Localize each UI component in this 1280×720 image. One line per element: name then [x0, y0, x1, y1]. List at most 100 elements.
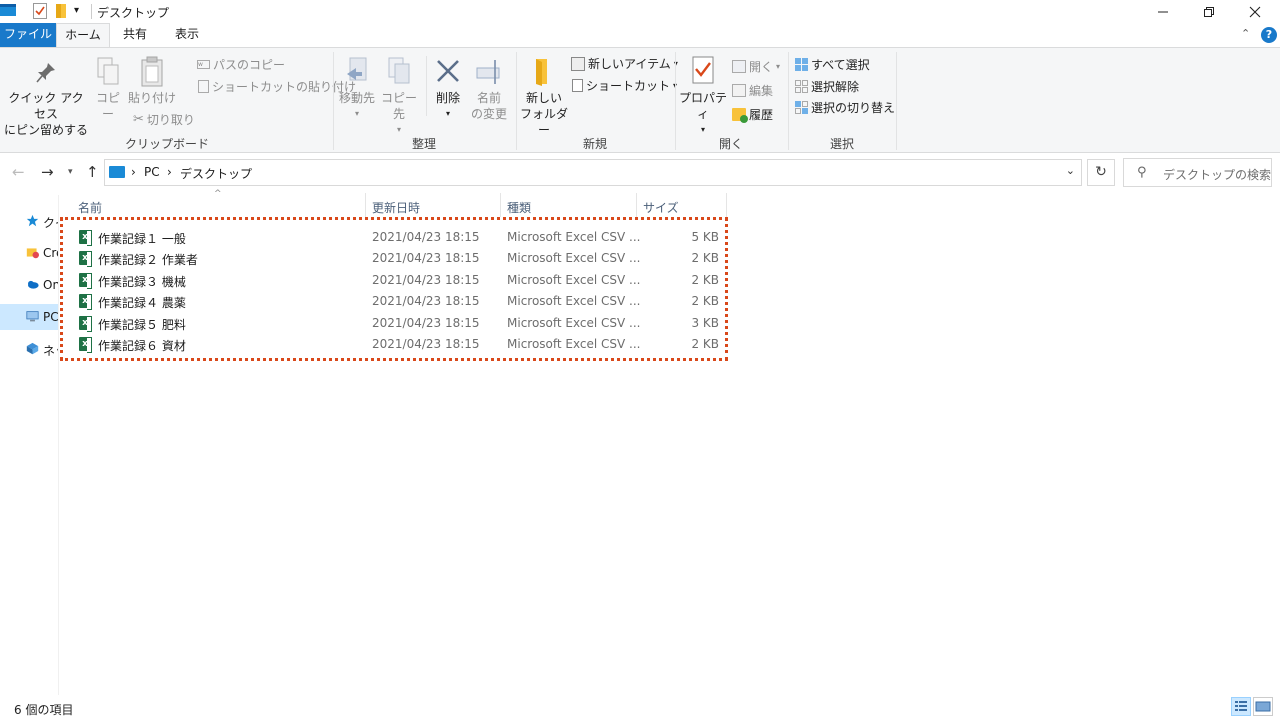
- back-arrow-icon[interactable]: ←: [12, 163, 25, 181]
- restore-button[interactable]: [1186, 0, 1232, 23]
- up-arrow-icon[interactable]: ↑: [86, 163, 99, 181]
- nav-item-pc[interactable]: PC: [0, 304, 58, 330]
- pc-icon: [109, 166, 125, 178]
- pin-icon: [36, 63, 55, 83]
- new-item-button[interactable]: 新しいアイテム ▾: [571, 55, 678, 72]
- file-row[interactable]: x 作業記録２ 作業者 2021/04/23 18:15 Microsoft Exce…: [72, 248, 726, 269]
- large-icons-view-icon: [1255, 701, 1271, 712]
- nav-label: ネットワーク: [43, 344, 58, 358]
- help-icon[interactable]: ?: [1261, 27, 1277, 43]
- file-size: 2 KB: [691, 337, 719, 351]
- select-all-button[interactable]: すべて選択: [795, 56, 870, 73]
- address-dropdown-icon[interactable]: ⌄: [1066, 164, 1075, 177]
- copy-button[interactable]: コピー: [92, 56, 124, 122]
- tab-share[interactable]: 共有: [113, 23, 157, 47]
- column-separator[interactable]: [500, 193, 501, 217]
- properties-icon[interactable]: [33, 3, 47, 22]
- file-name: 作業記録１ 一般: [98, 232, 186, 246]
- invert-selection-button[interactable]: 選択の切り替え: [795, 99, 895, 116]
- move-to-label: 移動先: [338, 91, 375, 105]
- column-header-type[interactable]: 種類: [507, 199, 531, 216]
- move-to-icon: [347, 57, 367, 81]
- tab-view[interactable]: 表示: [164, 23, 210, 47]
- excel-csv-icon: x: [79, 273, 92, 289]
- recent-locations-icon[interactable]: ▾: [68, 167, 73, 177]
- address-bar[interactable]: › PC › デスクトップ ⌄: [104, 159, 1082, 186]
- file-name: 作業記録２ 作業者: [98, 253, 198, 267]
- column-separator[interactable]: [726, 193, 727, 217]
- search-box[interactable]: ⚲ デスクトップの検索: [1123, 158, 1272, 187]
- move-to-dropdown-icon: ▾: [354, 109, 359, 118]
- file-row[interactable]: x 作業記録３ 機械 2021/04/23 18:15 Microsoft Excel…: [72, 270, 726, 291]
- rename-button[interactable]: 名前 の変更: [468, 56, 510, 122]
- move-to-button[interactable]: 移動先 ▾: [337, 56, 377, 122]
- refresh-button[interactable]: ↻: [1087, 159, 1115, 186]
- file-name: 作業記録３ 機械: [98, 275, 186, 289]
- column-header-size[interactable]: サイズ: [643, 199, 679, 216]
- forward-arrow-icon[interactable]: →: [41, 163, 54, 181]
- column-header-name[interactable]: 名前: [78, 199, 102, 216]
- nav-item-network[interactable]: ネットワーク: [0, 336, 58, 362]
- cut-button[interactable]: ✂ 切り取り: [133, 111, 195, 128]
- delete-icon: [437, 60, 459, 82]
- pin-quick-access-button[interactable]: クイック アクセス にピン留めする: [4, 60, 88, 138]
- new-group-label: 新規: [582, 137, 607, 151]
- edit-label: 編集: [749, 84, 774, 98]
- file-row[interactable]: x 作業記録６ 資材 2021/04/23 18:15 Microsoft Excel…: [72, 334, 726, 355]
- tab-file[interactable]: ファイル: [0, 23, 56, 47]
- copy-to-button[interactable]: コピー先 ▾: [378, 56, 420, 138]
- group-separator: [426, 56, 427, 116]
- minimize-button[interactable]: [1140, 0, 1186, 23]
- breadcrumb-desktop[interactable]: デスクトップ: [180, 165, 252, 182]
- star-icon: [26, 214, 39, 227]
- column-separator[interactable]: [365, 193, 366, 217]
- pin-label-2: にピン留めする: [4, 123, 89, 137]
- scissors-icon: ✂: [133, 112, 144, 127]
- delete-button[interactable]: 削除 ▾: [430, 56, 466, 122]
- file-row[interactable]: x 作業記録１ 一般 2021/04/23 18:15 Microsoft Excel…: [72, 227, 726, 248]
- copy-path-button[interactable]: w パスのコピー: [197, 56, 285, 73]
- select-none-button[interactable]: 選択解除: [795, 78, 859, 95]
- breadcrumb-pc[interactable]: PC: [144, 165, 160, 179]
- column-header-date[interactable]: 更新日時: [372, 199, 420, 216]
- breadcrumb-separator-icon[interactable]: ›: [131, 165, 136, 179]
- tab-home[interactable]: ホーム: [56, 23, 110, 48]
- file-type: Microsoft Excel CSV ...: [507, 337, 641, 351]
- file-row[interactable]: x 作業記録４ 農薬 2021/04/23 18:15 Microsoft Excel…: [72, 291, 726, 312]
- new-folder-icon[interactable]: [55, 3, 67, 22]
- close-button[interactable]: [1232, 0, 1278, 23]
- details-view-button[interactable]: [1231, 697, 1251, 716]
- history-button[interactable]: 履歴: [732, 106, 773, 123]
- file-date: 2021/04/23 18:15: [372, 251, 480, 265]
- file-date: 2021/04/23 18:15: [372, 230, 480, 244]
- shortcut-button[interactable]: ショートカット ▾: [572, 77, 677, 94]
- copy-icon: [97, 57, 119, 85]
- file-type: Microsoft Excel CSV ...: [507, 251, 641, 265]
- file-date: 2021/04/23 18:15: [372, 337, 480, 351]
- nav-item-quick-access[interactable]: クイック アクセス: [0, 208, 58, 234]
- properties-button[interactable]: プロパティ ▾: [678, 56, 728, 138]
- customize-qat-icon[interactable]: ▾: [74, 5, 79, 16]
- excel-csv-icon: x: [79, 316, 92, 332]
- open-button[interactable]: 開く ▾: [732, 58, 780, 75]
- large-icons-view-button[interactable]: [1253, 697, 1273, 716]
- ribbon-tabs: ファイル ホーム 共有 表示 ⌃: [0, 23, 1280, 48]
- nav-item-creative-cloud[interactable]: Creative Cloud Files: [0, 240, 58, 266]
- file-type: Microsoft Excel CSV ...: [507, 316, 641, 330]
- delete-label: 削除: [435, 91, 460, 105]
- file-size: 2 KB: [691, 294, 719, 308]
- pane-divider[interactable]: [58, 195, 59, 695]
- new-item-label: 新しいアイテム: [588, 57, 671, 71]
- file-size: 2 KB: [691, 251, 719, 265]
- column-separator[interactable]: [636, 193, 637, 217]
- copy-label: コピー: [95, 91, 120, 121]
- collapse-ribbon-icon[interactable]: ⌃: [1241, 27, 1250, 40]
- search-icon: ⚲: [1137, 165, 1147, 180]
- edit-button[interactable]: 編集: [732, 82, 773, 99]
- new-folder-button[interactable]: 新しい フォルダー: [519, 56, 569, 138]
- nav-item-onedrive[interactable]: OneDrive: [0, 272, 58, 298]
- paste-button[interactable]: 貼り付け: [128, 56, 176, 106]
- breadcrumb-separator-icon[interactable]: ›: [167, 165, 172, 179]
- organize-group-label: 整理: [411, 137, 436, 151]
- file-row[interactable]: x 作業記録５ 肥料 2021/04/23 18:15 Microsoft Excel…: [72, 313, 726, 334]
